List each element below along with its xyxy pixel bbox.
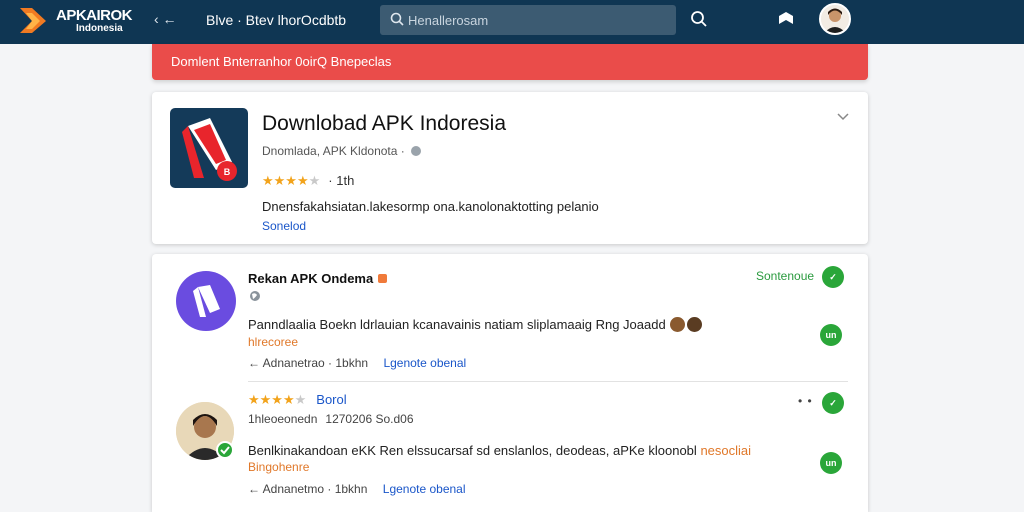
- globe-icon: [250, 291, 260, 301]
- approve-button[interactable]: ✓: [822, 392, 844, 414]
- review-text-body: Panndlaalia Boekn ldrlauian kcanavainis …: [248, 317, 666, 332]
- review-meta: 1hleoeonedn 1270206 So.d06: [248, 412, 414, 426]
- app-description: Dnensfakahsiatan.lakesormp ona.kanolonak…: [262, 199, 599, 214]
- app-logo-icon: B: [182, 118, 237, 181]
- app-rating: ★★★★★ · 1th: [262, 173, 354, 189]
- verified-check-icon: [216, 441, 234, 459]
- emoji-icon: [686, 317, 702, 332]
- review-date: 1270206 So.d06: [325, 412, 414, 426]
- rating-label[interactable]: Borol: [316, 392, 346, 407]
- review-text-body: Benlkinakandoan eKK Ren elssucarsaf sd e…: [248, 443, 697, 458]
- app-logo-icon: [193, 285, 220, 317]
- app-icon-badge: B: [224, 167, 231, 177]
- search-icon: [390, 12, 404, 26]
- search-button-icon[interactable]: [690, 10, 708, 28]
- review-text: Benlkinakandoan eKK Ren elssucarsaf sd e…: [248, 443, 751, 458]
- top-bar: APKAIROK Indonesia ‹ ← Blve · Btev lhorO…: [0, 0, 1024, 44]
- emoji-icon: [669, 317, 685, 332]
- reply-button[interactable]: Adnanetrao · 1bkhn: [263, 356, 368, 370]
- reply-button[interactable]: Adnanetmo · 1bkhn: [263, 482, 368, 496]
- review-text: Panndlaalia Boekn ldrlauian kcanavainis …: [248, 317, 702, 332]
- reply-icon[interactable]: ←: [248, 356, 260, 370]
- review-actions: ← Adnanetrao · 1bkhn Lgenote obenal: [248, 356, 466, 370]
- star-rating: ★★★★★: [262, 173, 321, 188]
- app-info-card: B Downlobad APK Indoresia Dnomlada, APK …: [152, 92, 868, 244]
- user-avatar-icon: [821, 5, 849, 33]
- search-bar[interactable]: [380, 5, 676, 35]
- status-badge[interactable]: un: [820, 452, 842, 474]
- review-item: ★★★★★ Borol 1hleoeonedn 1270206 So.d06 • •…: [152, 382, 868, 512]
- alert-banner[interactable]: Domlent Bnterranhor 0oirQ Bnepeclas: [152, 44, 868, 80]
- review-subtext: Bingohenre: [248, 460, 310, 474]
- app-developer-name[interactable]: Dnomlada, APK Kldonota ·: [262, 144, 405, 158]
- review-text-highlight: nesocliai: [700, 443, 752, 458]
- status-badge[interactable]: un: [820, 324, 842, 346]
- chevron-down-icon[interactable]: [836, 112, 850, 122]
- review-user: 1hleoeonedn: [248, 412, 318, 426]
- reviewer-avatar[interactable]: [176, 271, 236, 331]
- user-avatar[interactable]: [819, 3, 851, 35]
- review-link[interactable]: Lgenote obenal: [383, 482, 466, 496]
- alert-banner-text: Domlent Bnterranhor 0oirQ Bnepeclas: [171, 54, 392, 69]
- verified-icon: [410, 146, 421, 156]
- reviews-list: Rekan APK Ondema Sontenoue ✓ Panndlaalia…: [152, 254, 868, 512]
- app-title: Downlobad APK Indoresia: [262, 112, 506, 135]
- brand-subtitle: Indonesia: [76, 23, 123, 34]
- reviewer-name[interactable]: Rekan APK Ondema: [248, 271, 388, 286]
- bookmark-icon[interactable]: [776, 10, 796, 28]
- app-logo-icon[interactable]: [18, 5, 52, 35]
- review-link[interactable]: Lgenote obenal: [383, 356, 466, 370]
- reviewer-name-text[interactable]: Rekan APK Ondema: [248, 271, 373, 286]
- app-more-link[interactable]: Sonelod: [262, 219, 306, 233]
- nav-link[interactable]: Blve · Btev lhorOcdbtb: [206, 12, 346, 28]
- review-status: Sontenoue: [756, 269, 815, 283]
- search-input[interactable]: [408, 10, 658, 30]
- star-rating: ★★★★★: [248, 392, 307, 407]
- app-icon: B: [170, 108, 248, 188]
- reply-icon[interactable]: ←: [248, 482, 260, 496]
- review-rating: ★★★★★ Borol: [248, 392, 347, 408]
- rating-count: · 1th: [328, 173, 355, 188]
- review-actions: ← Adnanetmo · 1bkhn Lgenote obenal: [248, 482, 466, 496]
- approve-button[interactable]: ✓: [822, 266, 844, 288]
- more-options-icon[interactable]: • •: [798, 394, 813, 408]
- review-item: Rekan APK Ondema Sontenoue ✓ Panndlaalia…: [152, 254, 868, 382]
- back-nav-button[interactable]: ‹ ←: [154, 11, 177, 27]
- developer-tag-icon: [378, 274, 388, 283]
- review-subtext: hlrecoree: [248, 335, 299, 349]
- app-developer[interactable]: Dnomlada, APK Kldonota ·: [262, 144, 421, 158]
- brand-name[interactable]: APKAIROK: [56, 7, 133, 24]
